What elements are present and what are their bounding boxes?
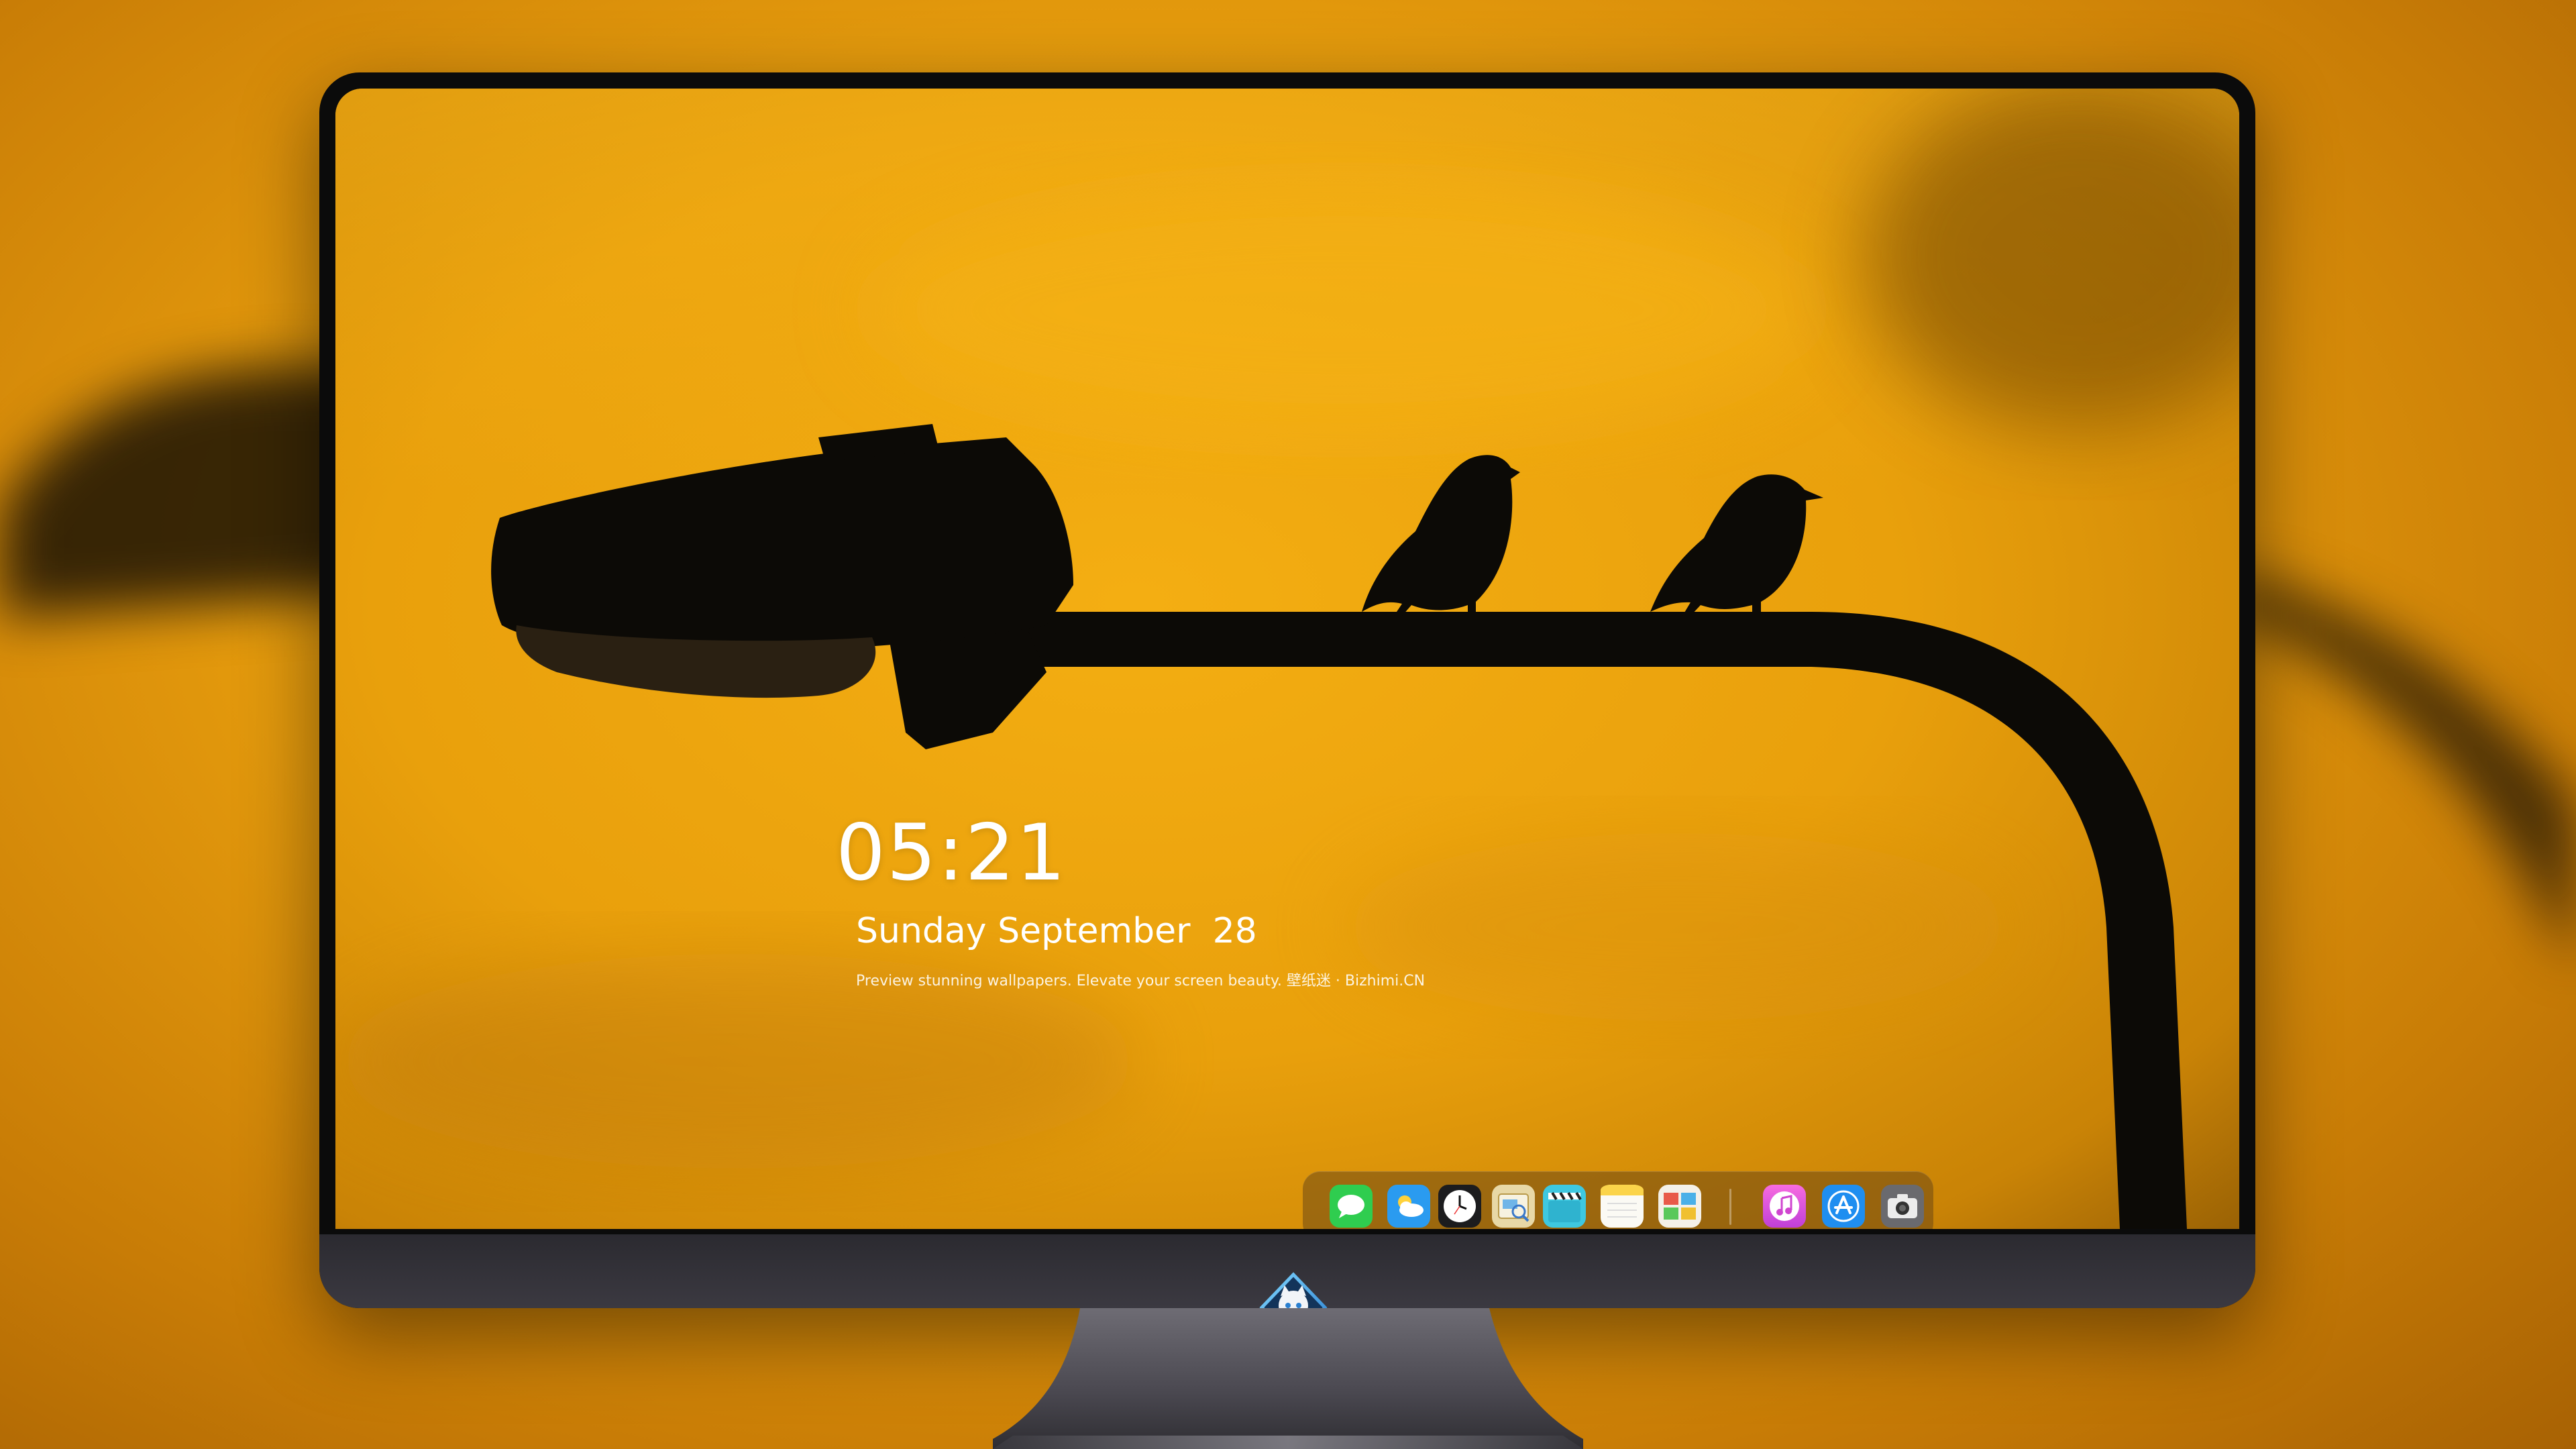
monitor-chin: [319, 1234, 2255, 1308]
messages-icon[interactable]: [1330, 1185, 1373, 1228]
lock-screen-time: 05:21: [836, 808, 1067, 898]
monitor: 05:21 Sunday September 28 Preview stunni…: [319, 72, 2255, 1308]
notes-icon[interactable]: [1601, 1185, 1644, 1228]
wallpaper-caption: Preview stunning wallpapers. Elevate you…: [856, 973, 1426, 989]
app-store-icon[interactable]: [1822, 1185, 1865, 1228]
wallpaper: [335, 89, 2239, 1229]
music-icon[interactable]: [1763, 1185, 1806, 1228]
dock-separator: [1729, 1189, 1731, 1225]
lock-screen-date: Sunday September 28: [856, 911, 1257, 951]
dock: [1303, 1171, 1933, 1229]
monitor-stand: [993, 1308, 1583, 1449]
weather-icon[interactable]: [1387, 1185, 1430, 1228]
lock-screen: 05:21 Sunday September 28 Preview stunni…: [335, 89, 2239, 1229]
mascot-logo-icon: [1259, 1272, 1328, 1308]
desktop-background: 05:21 Sunday September 28 Preview stunni…: [0, 0, 2576, 1449]
photo-booth-icon[interactable]: [1658, 1185, 1701, 1228]
clock-icon[interactable]: [1438, 1185, 1481, 1228]
clapperboard-icon[interactable]: [1543, 1185, 1586, 1228]
camera-icon[interactable]: [1881, 1185, 1924, 1228]
preview-icon[interactable]: [1492, 1185, 1535, 1228]
